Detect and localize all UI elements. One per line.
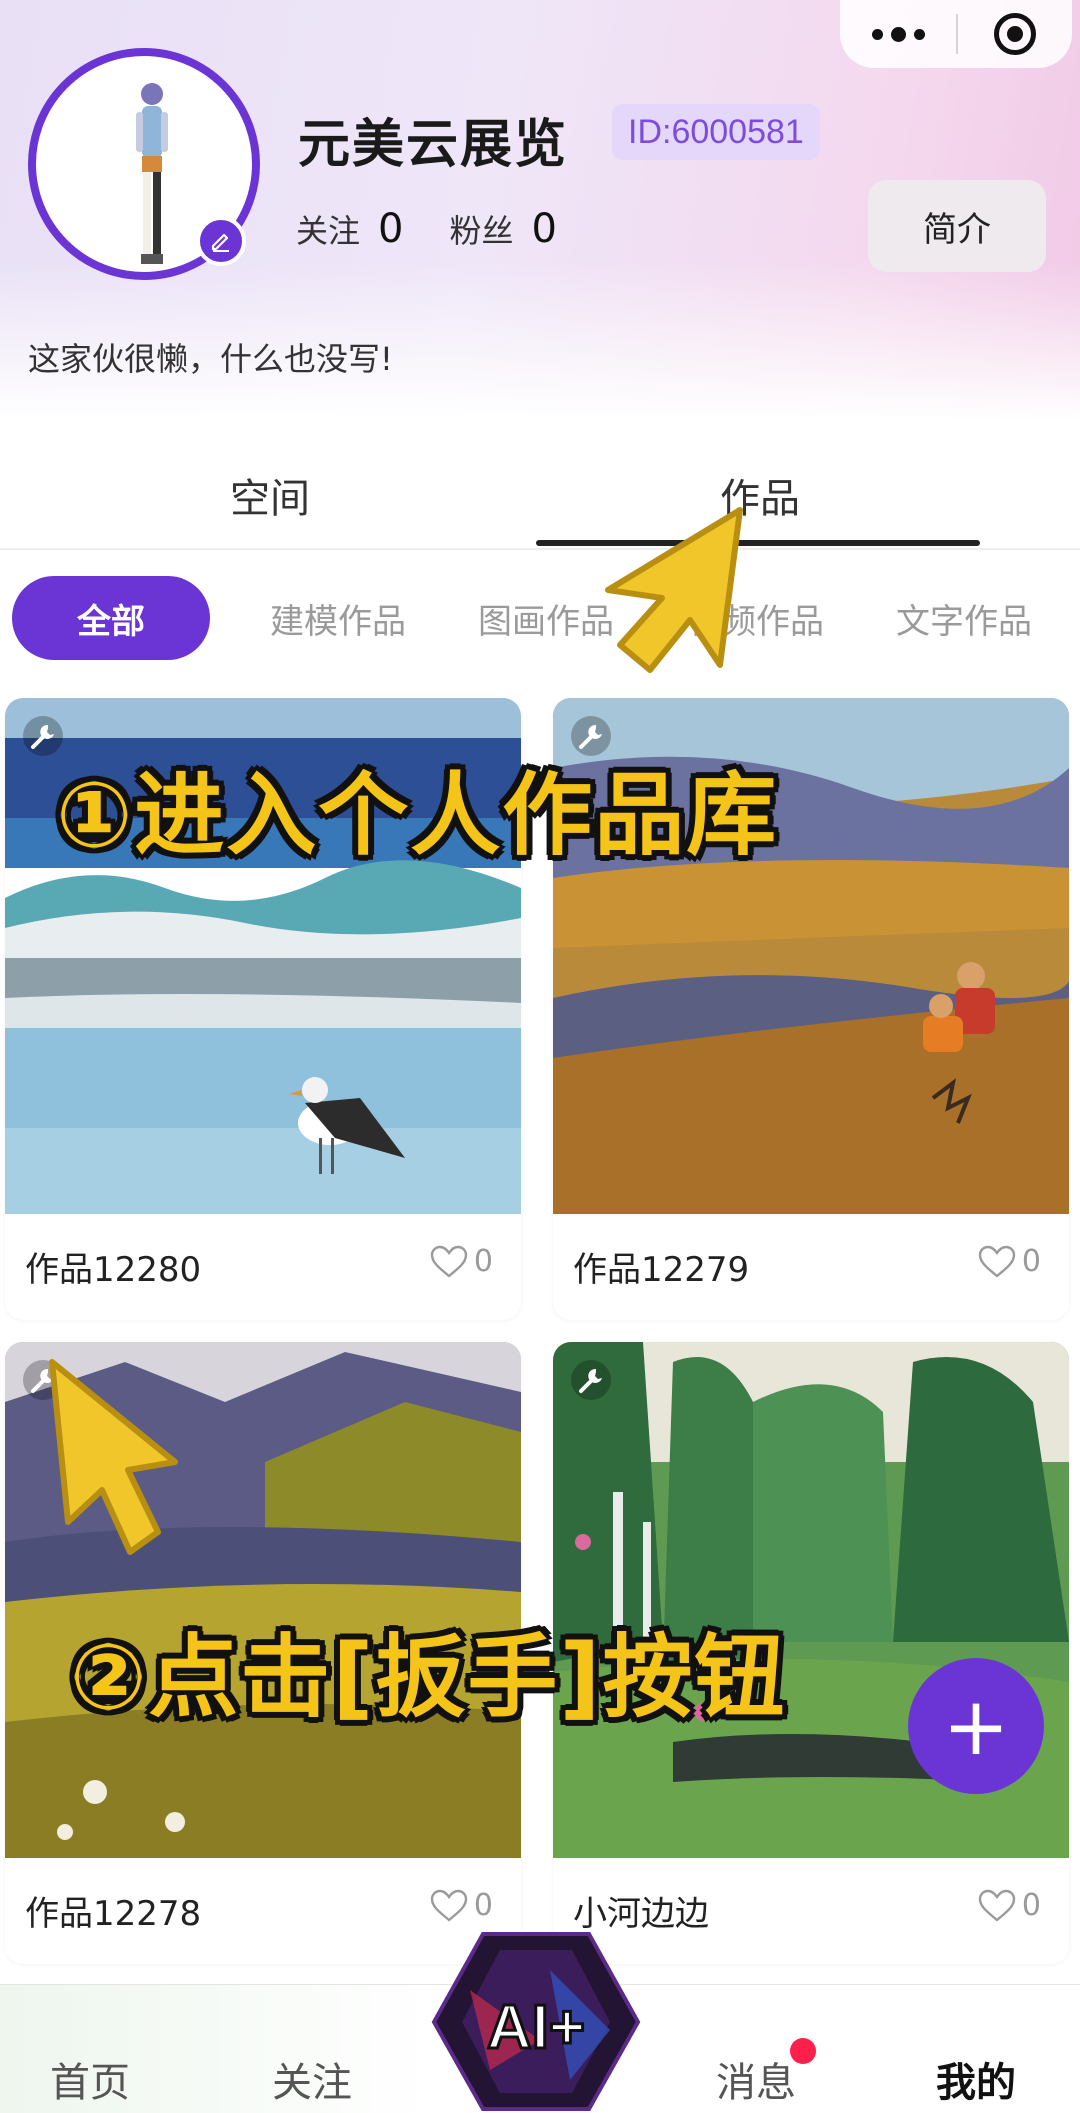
fans-count[interactable]: 0 xyxy=(531,206,556,252)
nav-messages[interactable]: 消息 xyxy=(716,2050,796,2108)
username: 元美云展览 xyxy=(298,115,569,175)
like-count[interactable]: 0 xyxy=(978,1244,1041,1279)
like-count[interactable]: 0 xyxy=(430,1244,493,1279)
notification-badge xyxy=(790,2038,816,2064)
work-title: 作品12279 xyxy=(573,1250,750,1290)
add-work-button[interactable]: + xyxy=(908,1658,1044,1794)
category-all[interactable]: 全部 xyxy=(12,576,210,660)
nav-mine[interactable]: 我的 xyxy=(936,2050,1016,2108)
cursor-arrow-icon xyxy=(605,507,743,673)
profile-tabs: 空间 作品 xyxy=(0,440,1080,550)
target-icon[interactable] xyxy=(958,0,1072,68)
miniprogram-capsule xyxy=(840,0,1072,68)
profile-stats: 关注 0 粉丝 0 xyxy=(296,206,603,252)
like-count-value: 0 xyxy=(473,1244,493,1279)
work-title: 小河边边 xyxy=(573,1894,709,1934)
following-count[interactable]: 0 xyxy=(378,206,403,252)
nav-home[interactable]: 首页 xyxy=(50,2050,130,2108)
like-count-value: 0 xyxy=(1021,1244,1041,1279)
fans-label[interactable]: 粉丝 xyxy=(449,206,513,252)
category-filter: 全部 建模作品 图画作品 视频作品 文字作品 xyxy=(0,576,1080,660)
intro-button[interactable]: 简介 xyxy=(868,180,1046,272)
work-title: 作品12280 xyxy=(25,1250,202,1290)
nav-ai-plus[interactable]: AI+ xyxy=(430,1930,642,2113)
ai-plus-label: AI+ xyxy=(487,1993,585,2062)
tab-space[interactable]: 空间 xyxy=(0,440,540,550)
category-text[interactable]: 文字作品 xyxy=(896,576,1032,660)
like-count-value: 0 xyxy=(1021,1888,1041,1923)
more-icon[interactable] xyxy=(840,0,956,68)
following-label[interactable]: 关注 xyxy=(296,206,360,252)
heart-icon xyxy=(978,1245,1016,1278)
plus-icon: + xyxy=(942,1679,1010,1773)
edit-avatar-button[interactable] xyxy=(196,216,246,266)
tutorial-step-2: ②点击[扳手]按钮 xyxy=(70,1625,787,1730)
work-title: 作品12278 xyxy=(25,1894,202,1934)
id-badge: ID:6000581 xyxy=(612,104,820,160)
edit-icon xyxy=(211,233,229,252)
avatar-figure-icon xyxy=(136,83,168,264)
tutorial-step-1: ①进入个人作品库 xyxy=(56,763,779,868)
heart-icon xyxy=(430,1889,468,1922)
nav-follow[interactable]: 关注 xyxy=(272,2050,352,2108)
heart-icon xyxy=(978,1889,1016,1922)
like-count[interactable]: 0 xyxy=(430,1888,493,1923)
cursor-arrow-icon xyxy=(49,1359,178,1555)
category-modeling[interactable]: 建模作品 xyxy=(270,576,406,660)
like-count-value: 0 xyxy=(473,1888,493,1923)
wrench-icon[interactable] xyxy=(569,1358,613,1402)
heart-icon xyxy=(430,1245,468,1278)
bio-text: 这家伙很懒，什么也没写! xyxy=(28,340,393,378)
like-count[interactable]: 0 xyxy=(978,1888,1041,1923)
